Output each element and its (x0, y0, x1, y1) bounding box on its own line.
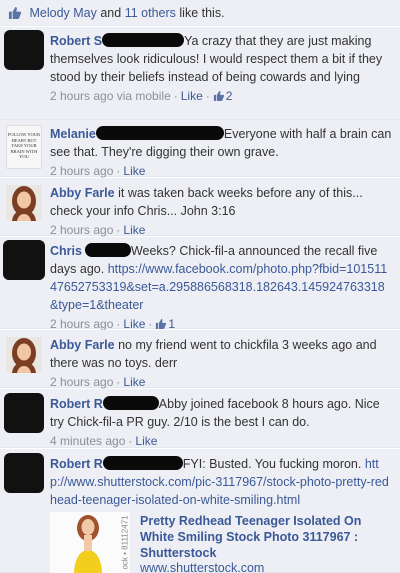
comment-body: Melanie Everyone with half a brain can se… (50, 125, 392, 161)
like-comment-link[interactable]: Like (135, 434, 157, 448)
redaction-mark (102, 456, 183, 470)
avatar[interactable] (4, 453, 44, 493)
like-comment-link[interactable]: Like (181, 89, 203, 103)
comment-timestamp: 2 hours ago (50, 223, 114, 237)
commenter-name-link[interactable]: Abby Farle (50, 338, 115, 352)
avatar[interactable] (3, 240, 45, 280)
comment-timestamp: 2 hours ago (50, 375, 114, 389)
comment: Abby Farle no my friend went to chickfil… (0, 330, 400, 389)
preview-watermark: ock • 81112471 (120, 515, 130, 570)
comment-like-count[interactable]: 2 (213, 89, 232, 103)
commenter-name-link[interactable]: Abby Farle (50, 186, 115, 200)
comment-text: FYI: Busted. You fucking moron. (182, 457, 362, 471)
thumbs-up-icon (156, 319, 167, 329)
comment-body: Chris Weeks? Chick-fil-a announced the re… (50, 242, 392, 314)
avatar[interactable] (6, 337, 42, 373)
likes-and-text: and (100, 6, 122, 20)
like-comment-link[interactable]: Like (123, 223, 145, 237)
comment-like-count[interactable]: 1 (155, 317, 175, 331)
comment-timestamp: 2 hours ago (50, 317, 114, 331)
preview-thumbnail[interactable]: ock • 81112471 (50, 512, 130, 573)
comment: Robert S Ya crazy that they are just maki… (0, 27, 400, 120)
preview-source: www.shutterstock.com (140, 561, 265, 573)
person-photo-icon (6, 337, 42, 373)
person-photo-icon (6, 185, 42, 221)
commenter-name-link[interactable]: Melanie (50, 127, 96, 141)
likes-suffix-text: like this. (179, 6, 225, 20)
redaction-mark (95, 126, 224, 140)
avatar[interactable]: FOLLOW YOUR HEART BUT TAKE YOUR BRAIN WI… (6, 125, 42, 169)
commenter-name-link[interactable]: Robert R (50, 397, 103, 411)
comment: Abby Farle it was taken back weeks befor… (0, 178, 400, 237)
commenter-name-link[interactable]: Robert S (50, 34, 102, 48)
avatar[interactable] (4, 30, 44, 70)
commenter-name-link[interactable]: Robert R (50, 457, 103, 471)
likes-summary: Melody May and 11 others like this. (0, 0, 400, 26)
likers-others-link[interactable]: 11 others (125, 6, 176, 20)
comment-body: Abby Farle it was taken back weeks befor… (50, 184, 392, 220)
like-comment-link[interactable]: Like (123, 317, 145, 331)
redaction-mark (102, 33, 185, 47)
link-preview[interactable]: ock • 81112471 Pretty Redhead Teenager I… (50, 512, 390, 573)
redaction-mark (102, 396, 159, 410)
like-comment-link[interactable]: Like (123, 375, 145, 389)
preview-title-link[interactable]: Pretty Redhead Teenager Isolated On Whit… (140, 513, 390, 561)
thumbs-up-icon (213, 91, 224, 101)
liker-name-link[interactable]: Melody May (29, 6, 96, 20)
like-comment-link[interactable]: Like (123, 164, 145, 178)
comment: Chris Weeks? Chick-fil-a announced the re… (0, 237, 400, 331)
comment: FOLLOW YOUR HEART BUT TAKE YOUR BRAIN WI… (0, 120, 400, 178)
comment-body: Robert R FYI: Busted. You fucking moron. … (50, 455, 392, 509)
commenter-name-link[interactable]: Chris (50, 244, 82, 258)
comment-meta: 2 hours ago via mobile · Like · 2 (50, 89, 233, 103)
comment-timestamp: 4 minutes ago (50, 434, 126, 448)
comment-meta: 4 minutes ago · Like (50, 434, 158, 448)
comment-timestamp: 2 hours ago (50, 164, 114, 178)
comment: Robert R Abby joined facebook 8 hours ago… (0, 389, 400, 448)
person-photo-icon (50, 512, 130, 573)
comment-body: Abby Farle no my friend went to chickfil… (50, 336, 392, 372)
avatar-sign-text: FOLLOW YOUR HEART BUT TAKE YOUR BRAIN WI… (7, 132, 41, 159)
avatar[interactable] (4, 393, 44, 433)
comment-body: Robert R Abby joined facebook 8 hours ago… (50, 395, 392, 431)
avatar[interactable] (6, 185, 42, 221)
comment-timestamp: 2 hours ago via mobile (50, 89, 171, 103)
redaction-mark (84, 243, 131, 257)
thumbs-up-icon (8, 7, 21, 19)
comment-body: Robert S Ya crazy that they are just maki… (50, 32, 392, 86)
